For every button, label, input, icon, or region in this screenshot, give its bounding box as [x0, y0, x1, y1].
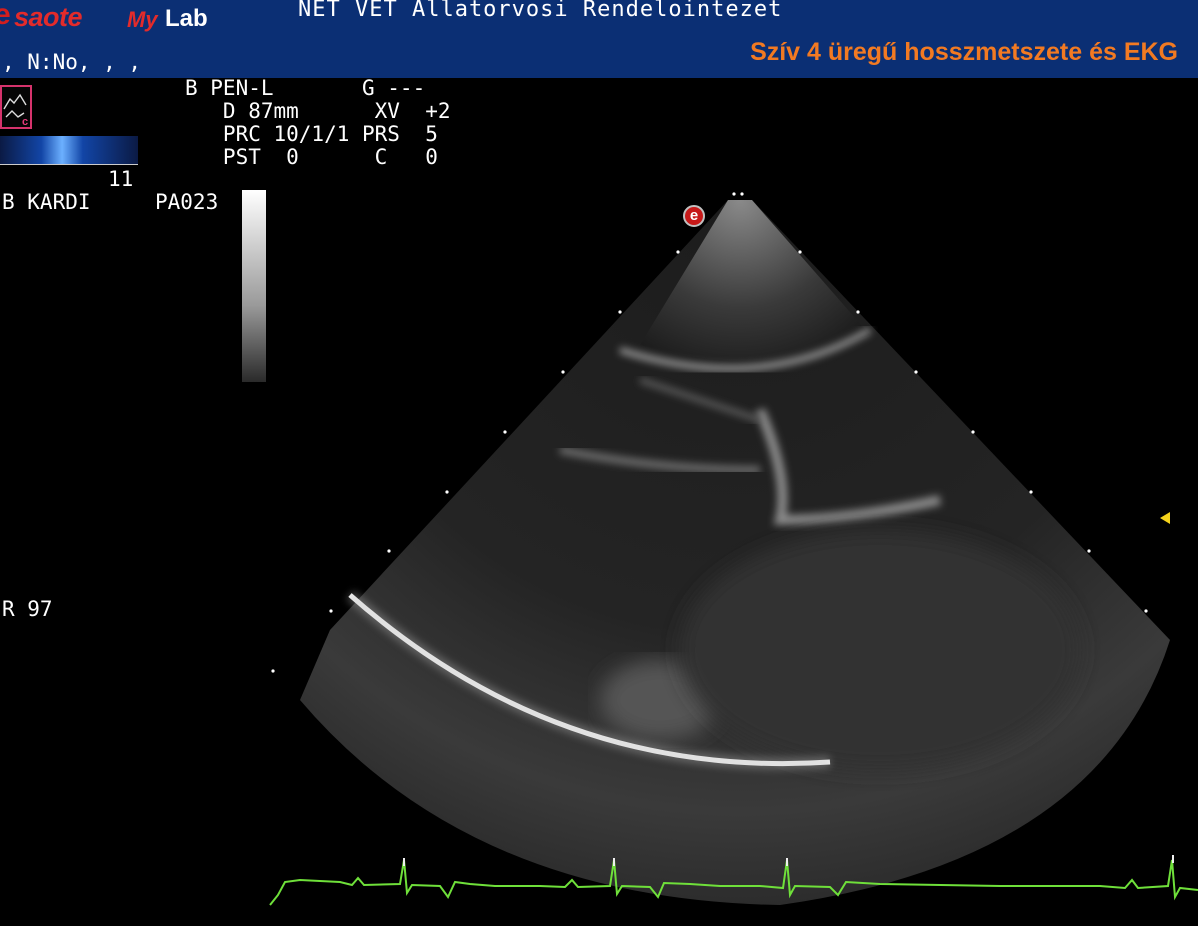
focus-marker-icon [1160, 512, 1170, 524]
far-tissue [680, 530, 1080, 770]
ultrasound-image [269, 192, 1198, 906]
scan-e-icon: e [683, 205, 705, 227]
